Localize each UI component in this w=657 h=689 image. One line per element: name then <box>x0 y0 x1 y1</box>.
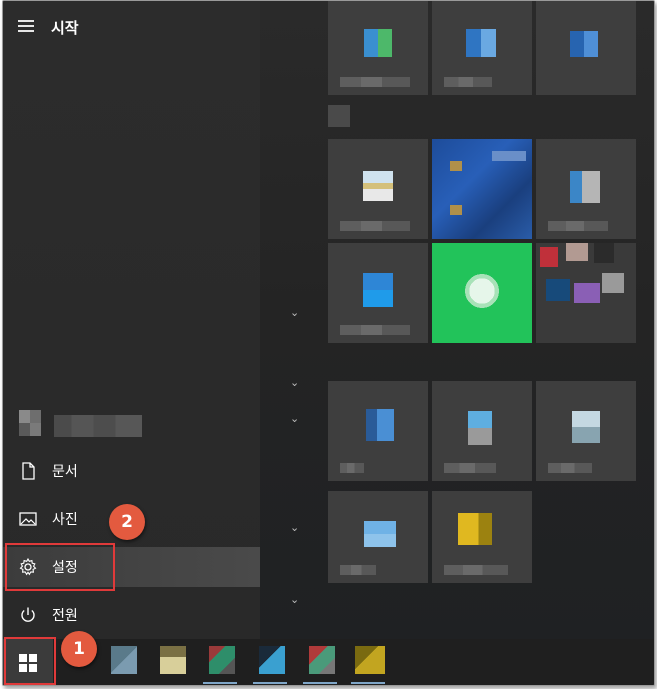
menu-item-label: 사진 <box>52 512 78 528</box>
app-tile[interactable] <box>328 243 428 343</box>
taskbar-app-icon[interactable] <box>259 646 285 674</box>
step-badge: 2 <box>109 504 145 540</box>
taskbar-app-icon[interactable] <box>111 646 137 674</box>
start-menu-window: 시작 문서 사진 설정 전원 ⌄ ⌄ ⌄ ⌄ ⌄ 2 1 <box>2 0 655 686</box>
running-indicator <box>203 682 237 684</box>
chevron-down-icon[interactable]: ⌄ <box>290 307 300 318</box>
tile-area: ⌄ ⌄ ⌄ ⌄ ⌄ <box>260 1 654 639</box>
running-indicator <box>303 682 337 684</box>
running-indicator <box>253 682 287 684</box>
menu-item-power[interactable]: 전원 <box>3 595 260 635</box>
menu-item-documents[interactable]: 문서 <box>3 451 260 491</box>
step-badge: 1 <box>61 631 97 667</box>
document-icon <box>18 461 38 481</box>
app-tile[interactable] <box>432 139 532 239</box>
taskbar-app-icon[interactable] <box>209 646 235 674</box>
hamburger-menu-icon[interactable] <box>18 20 34 34</box>
menu-item-label: 전원 <box>52 608 78 624</box>
app-tile[interactable] <box>328 139 428 239</box>
user-account[interactable] <box>3 405 260 445</box>
chevron-down-icon[interactable]: ⌄ <box>290 413 300 424</box>
start-title: 시작 <box>51 19 79 37</box>
app-tile[interactable] <box>328 1 428 95</box>
app-tile[interactable] <box>536 139 636 239</box>
app-tile[interactable] <box>536 1 636 95</box>
menu-item-label: 문서 <box>52 464 78 480</box>
avatar <box>19 410 41 436</box>
app-tile[interactable] <box>432 1 532 95</box>
app-tile[interactable] <box>432 243 532 343</box>
taskbar-app-icon[interactable] <box>309 646 335 674</box>
taskbar-app-icon[interactable] <box>160 646 186 674</box>
app-tile[interactable] <box>536 243 636 343</box>
power-icon <box>18 605 38 625</box>
chevron-down-icon[interactable]: ⌄ <box>290 522 300 533</box>
picture-icon <box>18 509 38 529</box>
app-tile[interactable] <box>328 491 428 583</box>
user-name-blurred <box>54 415 142 437</box>
settings-highlight-box <box>5 543 115 591</box>
app-tile[interactable] <box>536 381 636 481</box>
app-tile[interactable] <box>328 381 428 481</box>
app-tile[interactable] <box>432 381 532 481</box>
tile-group-label <box>328 105 350 127</box>
start-button-highlight-box <box>4 637 56 685</box>
app-tile[interactable] <box>432 491 532 583</box>
taskbar-app-icon[interactable] <box>355 646 385 674</box>
running-indicator <box>351 682 385 684</box>
taskbar <box>3 639 654 685</box>
chevron-down-icon[interactable]: ⌄ <box>290 377 300 388</box>
chevron-down-icon[interactable]: ⌄ <box>290 594 300 605</box>
